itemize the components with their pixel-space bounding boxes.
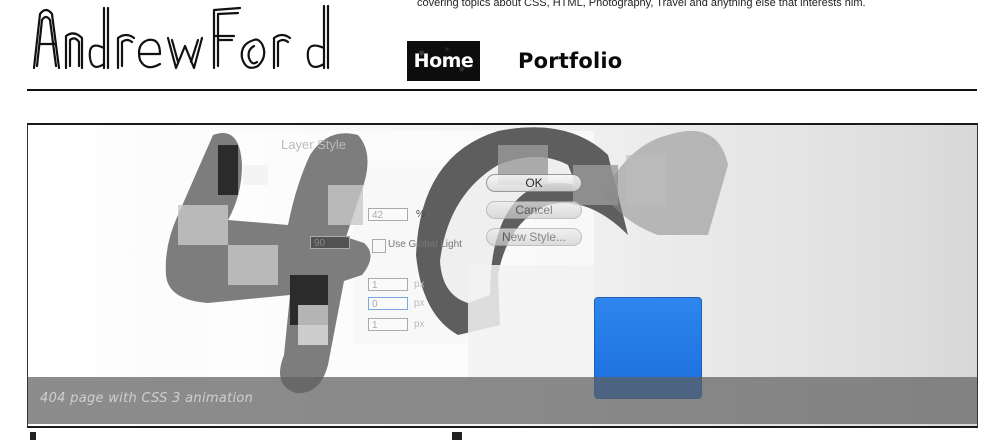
next-row-peek-right — [452, 432, 462, 440]
nav-portfolio-link[interactable]: Portfolio — [518, 44, 622, 78]
dialog-ok-button[interactable]: OK — [486, 174, 582, 192]
site-logo[interactable] — [28, 0, 340, 76]
featured-slide[interactable]: Layer Style OK Cancel New Style... 42 % … — [27, 123, 978, 428]
angle-field[interactable]: 90 — [310, 236, 350, 249]
spread-field[interactable]: 0 — [368, 297, 408, 310]
nav-home-link[interactable]: Home — [407, 41, 480, 81]
global-light-label: Use Global Light — [388, 239, 462, 250]
opacity-unit: % — [416, 209, 425, 220]
nav-home-label: Home — [413, 50, 474, 72]
site-tagline: covering topics about CSS, HTML, Photogr… — [417, 0, 866, 9]
dialog-title: Layer Style — [281, 137, 347, 152]
header-divider — [27, 89, 977, 91]
opacity-field[interactable]: 42 — [368, 208, 408, 221]
distance-field[interactable]: 1 — [368, 278, 408, 291]
dialog-new-style-button[interactable]: New Style... — [486, 228, 582, 246]
next-row-peek-left — [30, 432, 36, 440]
global-light-checkbox[interactable] — [372, 239, 386, 253]
nav-portfolio-label: Portfolio — [518, 49, 623, 73]
size-field[interactable]: 1 — [368, 318, 408, 331]
spread-unit: px — [414, 298, 425, 309]
slide-caption-bar: 404 page with CSS 3 animation — [28, 377, 977, 424]
dialog-cancel-button[interactable]: Cancel — [486, 201, 582, 219]
size-unit: px — [414, 319, 425, 330]
distance-unit: px — [414, 279, 425, 290]
slide-caption: 404 page with CSS 3 animation — [40, 391, 254, 406]
